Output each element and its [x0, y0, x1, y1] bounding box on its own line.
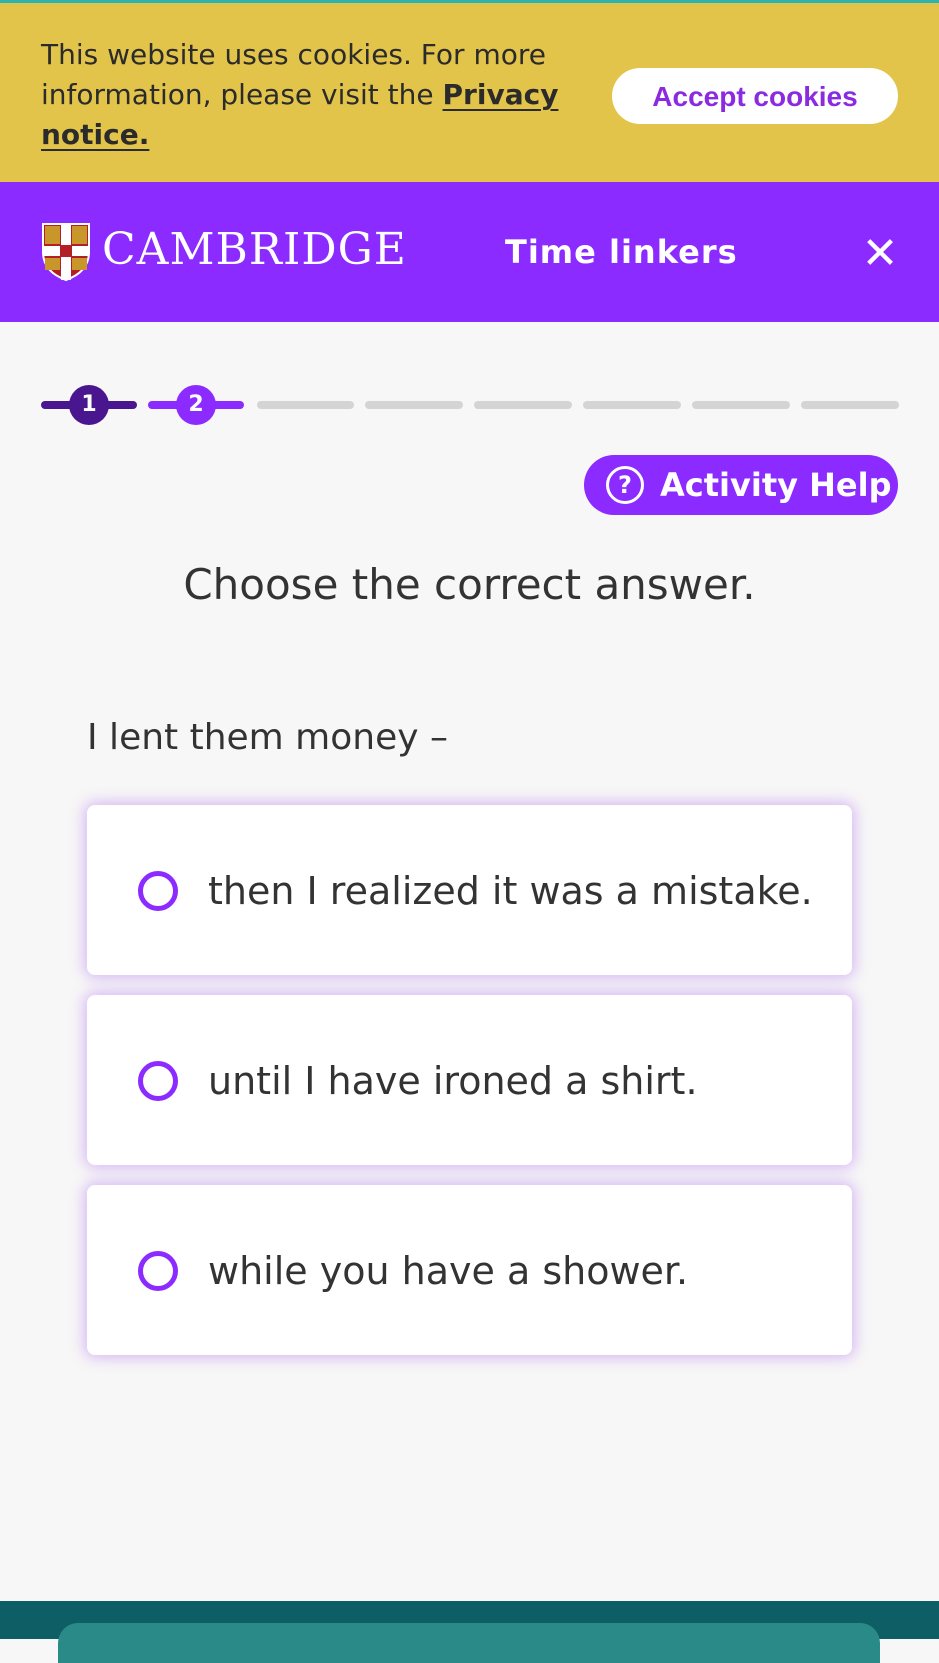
activity-help-button[interactable]: ? Activity Help [584, 455, 898, 515]
progress-segment-pending [692, 401, 790, 409]
footer-bar [0, 1601, 939, 1663]
question-icon: ? [606, 466, 644, 504]
progress-segment-pending [474, 401, 572, 409]
radio-button[interactable] [138, 1251, 178, 1291]
cambridge-crest-icon [42, 223, 90, 282]
progress-segment-pending [257, 401, 354, 409]
answer-option-label: until I have ironed a shirt. [208, 1059, 698, 1103]
footer-action-button[interactable] [58, 1623, 880, 1663]
answer-option-2[interactable]: until I have ironed a shirt. [87, 995, 852, 1165]
answer-option-label: while you have a shower. [208, 1249, 689, 1293]
progress-segment-pending [583, 401, 681, 409]
accept-cookies-button[interactable]: Accept cookies [612, 68, 898, 124]
progress-step-1: 1 [69, 385, 109, 425]
progress-segment-pending [365, 401, 463, 409]
answer-option-label: then I realized it was a mistake. [208, 869, 813, 913]
progress-segment-pending [801, 401, 899, 409]
close-icon[interactable]: ✕ [858, 232, 902, 276]
activity-title: Time linkers [505, 233, 738, 271]
instruction-heading: Choose the correct answer. [183, 560, 756, 609]
answer-option-3[interactable]: while you have a shower. [87, 1185, 852, 1355]
activity-help-label: Activity Help [660, 466, 892, 504]
cookie-message: This website uses cookies. For more info… [41, 35, 561, 155]
progress-step-2: 2 [176, 385, 216, 425]
radio-button[interactable] [138, 1061, 178, 1101]
question-text: I lent them money – [87, 717, 448, 758]
cambridge-logo-text: CAMBRIDGE [102, 224, 407, 275]
progress-indicator: 1 2 [41, 385, 899, 425]
answer-option-1[interactable]: then I realized it was a mistake. [87, 805, 852, 975]
app-header: CAMBRIDGE Time linkers ✕ [0, 182, 939, 322]
radio-button[interactable] [138, 871, 178, 911]
cookie-banner: This website uses cookies. For more info… [0, 0, 939, 182]
